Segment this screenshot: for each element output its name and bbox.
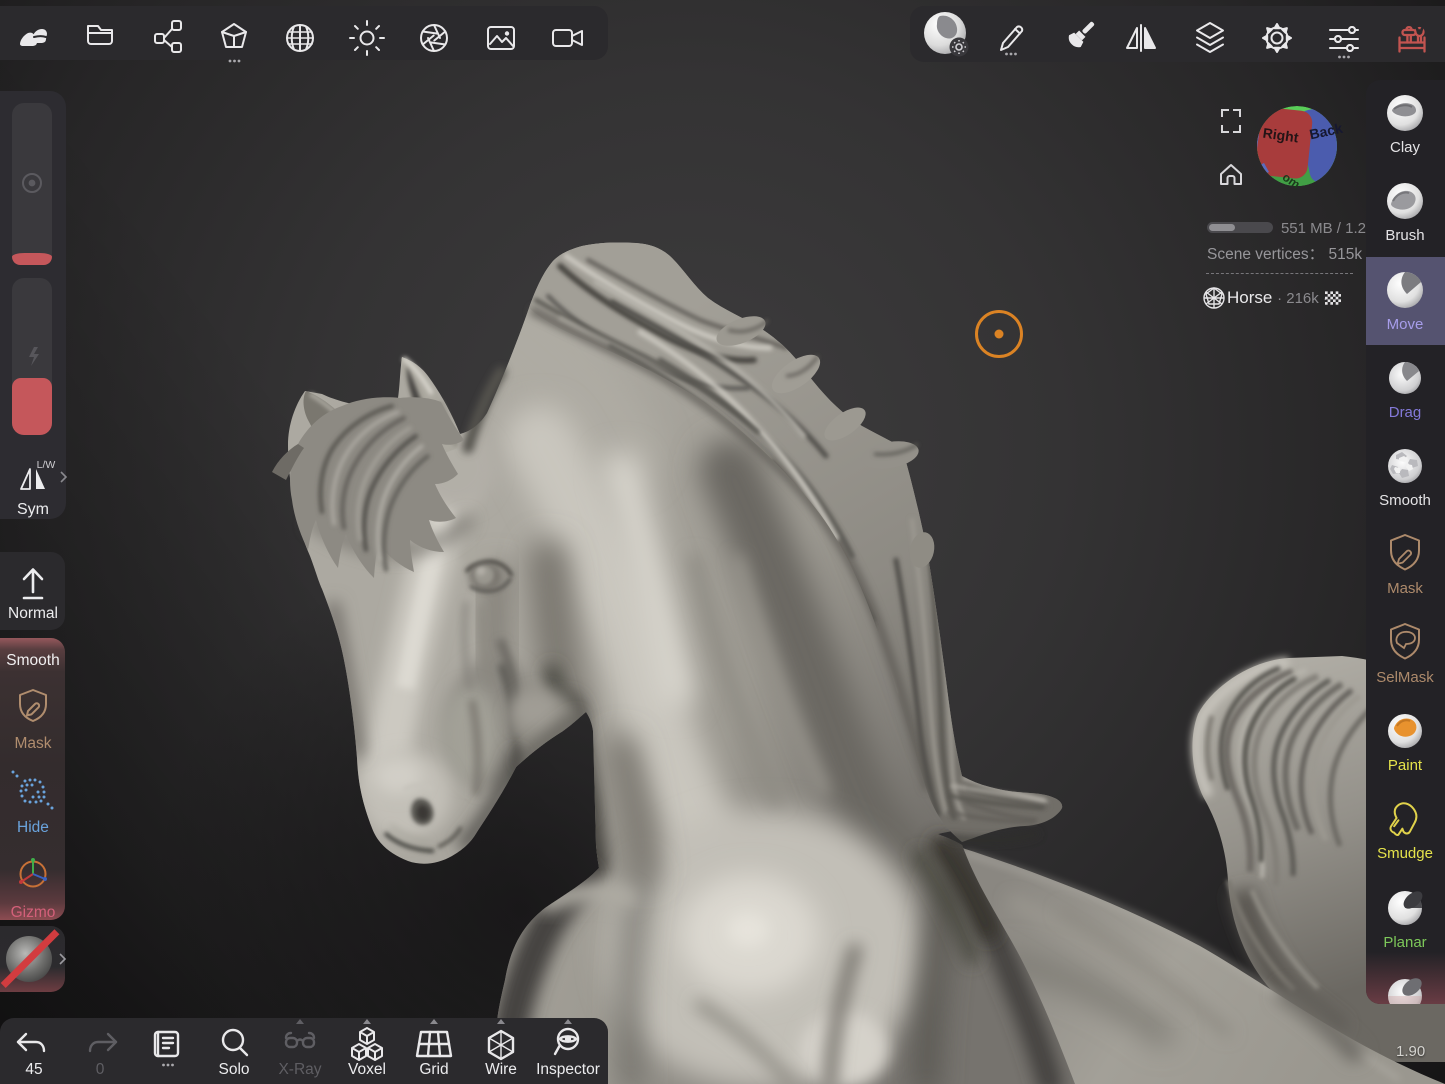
svg-text:Mask: Mask <box>14 735 51 752</box>
svg-text:Brush: Brush <box>1385 227 1424 244</box>
svg-text:Wire: Wire <box>485 1061 517 1078</box>
svg-text:Voxel: Voxel <box>348 1061 386 1078</box>
svg-text:SelMask: SelMask <box>1376 669 1434 686</box>
svg-text:Mask: Mask <box>1387 580 1423 597</box>
svg-text:X-Ray: X-Ray <box>278 1061 321 1078</box>
svg-text:Normal: Normal <box>8 605 58 622</box>
svg-text:L/W: L/W <box>37 459 56 471</box>
svg-text:Move: Move <box>1387 316 1424 333</box>
svg-text:Smooth: Smooth <box>6 652 59 669</box>
svg-text:Hide: Hide <box>17 819 49 836</box>
svg-text:Inspector: Inspector <box>536 1061 600 1078</box>
svg-text:Grid: Grid <box>419 1061 448 1078</box>
svg-text:Drag: Drag <box>1389 404 1422 421</box>
svg-text:Solo: Solo <box>218 1061 249 1078</box>
svg-text:Gizmo: Gizmo <box>11 904 56 920</box>
svg-text:0: 0 <box>96 1061 105 1078</box>
svg-text:45: 45 <box>25 1061 42 1078</box>
svg-text:Paint: Paint <box>1388 757 1423 774</box>
svg-text:Smooth: Smooth <box>1379 492 1431 509</box>
svg-text:Clay: Clay <box>1390 139 1421 156</box>
svg-text:Smudge: Smudge <box>1377 845 1433 862</box>
svg-text:Planar: Planar <box>1383 934 1426 951</box>
svg-text:Sym: Sym <box>17 501 49 518</box>
